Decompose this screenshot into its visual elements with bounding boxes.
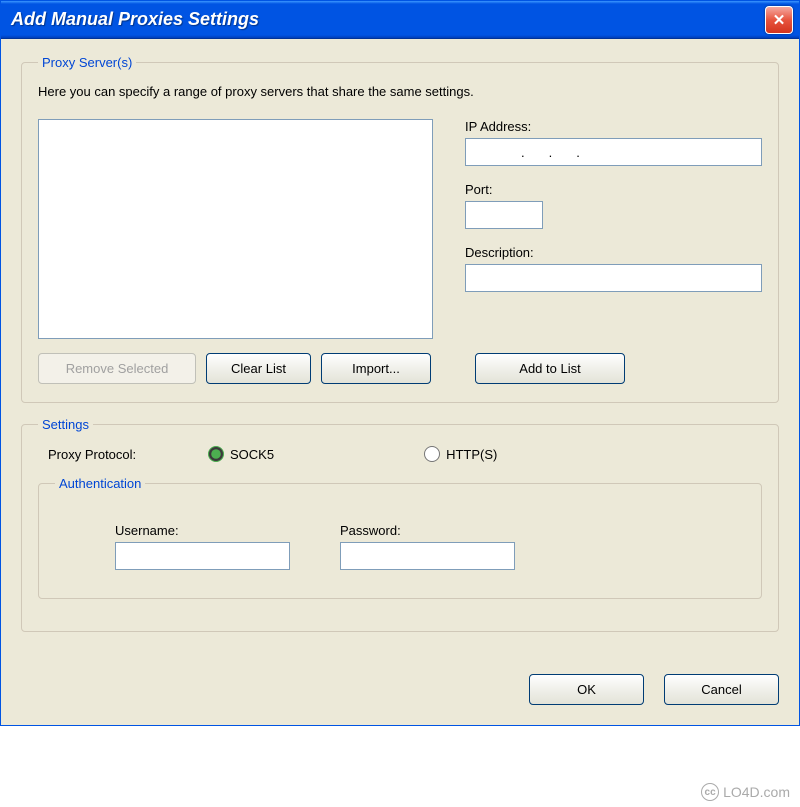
- username-input[interactable]: [115, 542, 290, 570]
- watermark-text: LO4D.com: [723, 784, 790, 800]
- description-label: Description:: [465, 245, 762, 260]
- protocol-label: Proxy Protocol:: [48, 447, 178, 462]
- clear-list-button[interactable]: Clear List: [206, 353, 311, 384]
- ip-label: IP Address:: [465, 119, 762, 134]
- proxy-fields: IP Address: Port: Description:: [465, 119, 762, 339]
- https-radio[interactable]: [424, 446, 440, 462]
- password-field: Password:: [340, 523, 515, 570]
- username-label: Username:: [115, 523, 290, 538]
- window-title: Add Manual Proxies Settings: [11, 9, 259, 30]
- watermark: cc LO4D.com: [701, 783, 790, 801]
- server-row: IP Address: Port: Description:: [38, 119, 762, 339]
- proxy-servers-legend: Proxy Server(s): [38, 55, 136, 70]
- protocol-row: Proxy Protocol: SOCK5 HTTP(S): [38, 446, 762, 462]
- port-input[interactable]: [465, 201, 543, 229]
- close-icon: ✕: [773, 11, 786, 29]
- import-button[interactable]: Import...: [321, 353, 431, 384]
- username-field: Username:: [115, 523, 290, 570]
- close-button[interactable]: ✕: [765, 6, 793, 34]
- authentication-group: Authentication Username: Password:: [38, 476, 762, 599]
- ok-button[interactable]: OK: [529, 674, 644, 705]
- dialog-content: Proxy Server(s) Here you can specify a r…: [1, 39, 799, 666]
- settings-legend: Settings: [38, 417, 93, 432]
- sock5-radio[interactable]: [208, 446, 224, 462]
- dialog-window: Add Manual Proxies Settings ✕ Proxy Serv…: [0, 0, 800, 726]
- button-row: Remove Selected Clear List Import... Add…: [38, 353, 762, 384]
- password-label: Password:: [340, 523, 515, 538]
- auth-row: Username: Password:: [55, 505, 745, 580]
- description-input[interactable]: [465, 264, 762, 292]
- cc-icon: cc: [701, 783, 719, 801]
- authentication-legend: Authentication: [55, 476, 145, 491]
- ip-address-input[interactable]: [465, 138, 762, 166]
- proxy-servers-group: Proxy Server(s) Here you can specify a r…: [21, 55, 779, 403]
- sock5-label: SOCK5: [230, 447, 274, 462]
- button-row-left: Remove Selected Clear List Import...: [38, 353, 433, 384]
- port-label: Port:: [465, 182, 762, 197]
- cancel-button[interactable]: Cancel: [664, 674, 779, 705]
- titlebar: Add Manual Proxies Settings ✕: [1, 1, 799, 39]
- add-to-list-button[interactable]: Add to List: [475, 353, 625, 384]
- https-radio-group[interactable]: HTTP(S): [424, 446, 497, 462]
- remove-selected-button: Remove Selected: [38, 353, 196, 384]
- sock5-radio-group[interactable]: SOCK5: [208, 446, 274, 462]
- password-input[interactable]: [340, 542, 515, 570]
- settings-group: Settings Proxy Protocol: SOCK5 HTTP(S) A…: [21, 417, 779, 632]
- proxy-list[interactable]: [38, 119, 433, 339]
- help-text: Here you can specify a range of proxy se…: [38, 84, 762, 99]
- dialog-buttons: OK Cancel: [1, 666, 799, 725]
- https-label: HTTP(S): [446, 447, 497, 462]
